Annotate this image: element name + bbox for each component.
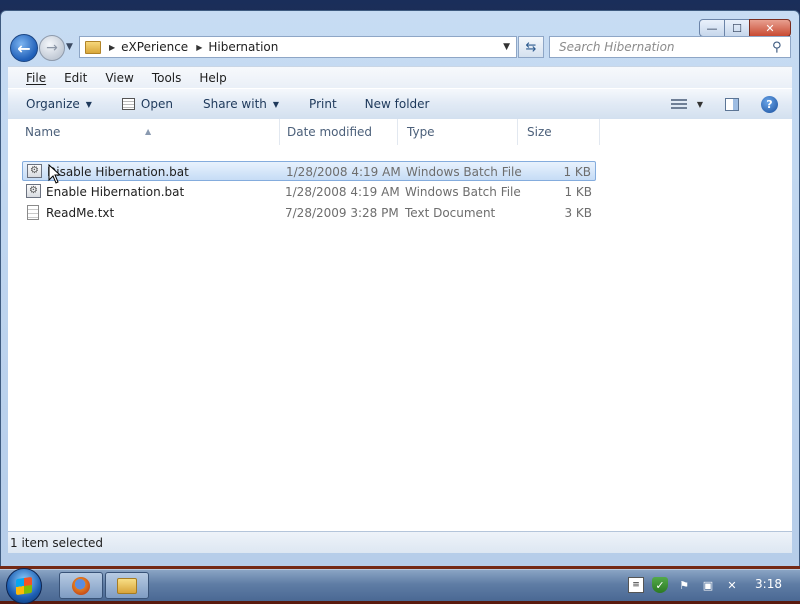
file-size: 1 KB [564,185,592,199]
help-icon[interactable]: ? [761,95,778,113]
search-box[interactable]: ⚲ [549,36,791,58]
view-controls: ▼ ? [670,89,792,119]
batch-file-icon [26,181,41,201]
address-bar[interactable]: ▶ eXPerience ▶ Hibernation ▼ [79,36,517,58]
command-bar: Organize ▼ Open Share with ▼ Print New fol… [8,88,792,120]
firefox-icon [72,576,90,595]
file-date: 7/28/2009 3:28 PM [285,206,399,220]
refresh-button[interactable]: ⇆ [518,36,544,58]
sort-ascending-icon: ▲ [145,127,152,136]
file-row[interactable]: Disable Hibernation.bat 1/28/2008 4:19 A… [22,161,596,181]
menu-file[interactable]: File [26,71,46,85]
taskbar-explorer-button[interactable] [105,572,149,599]
text-file-icon [27,205,39,220]
organize-button[interactable]: Organize ▼ [26,97,92,111]
forward-button[interactable]: → [39,35,65,61]
volume-muted-icon[interactable]: ✕ [724,577,740,593]
folder-icon [85,40,101,54]
file-size: 1 KB [563,165,591,179]
column-header-size[interactable]: Size [518,119,600,145]
batch-file-icon [27,161,42,181]
document-tray-icon[interactable]: ≡ [628,577,644,593]
open-icon [121,98,135,110]
file-name: Disable Hibernation.bat [47,165,189,179]
print-button[interactable]: Print [309,97,337,111]
file-date: 1/28/2008 4:19 AM [286,165,401,179]
windows-logo-icon [16,576,32,596]
network-icon[interactable]: ▣ [700,577,716,593]
file-type: Text Document [405,206,496,220]
search-icon[interactable]: ⚲ [772,40,790,55]
status-text: 1 item selected [10,536,104,550]
column-header-date-modified[interactable]: Date modified [278,119,398,145]
chevron-down-icon: ▼ [272,99,280,109]
views-dropdown-icon[interactable]: ▼ [697,100,703,109]
file-list: Name ▲ Date modified Type Size Disable H… [8,119,792,531]
file-type: Windows Batch File [405,185,521,199]
navigation-bar: ← → ▼ ▶ eXPerience ▶ Hibernation ▼ ⇆ ⚲ [0,34,800,64]
file-type: Windows Batch File [406,165,522,179]
preview-pane-icon[interactable] [725,97,739,111]
taskbar: ≡ ✓ ⚑ ▣ ✕ 3:18 [0,568,800,604]
share-with-button[interactable]: Share with ▼ [203,97,279,111]
status-bar: 1 item selected [8,531,792,553]
menu-tools[interactable]: Tools [152,71,182,85]
system-tray: ≡ ✓ ⚑ ▣ ✕ [620,577,740,593]
action-center-flag-icon[interactable]: ⚑ [676,577,692,593]
organize-label: Organize [26,97,80,111]
chevron-down-icon: ▼ [85,99,92,109]
file-name: ReadMe.txt [46,206,115,220]
file-row[interactable]: Enable Hibernation.bat 1/28/2008 4:19 AM… [22,181,596,202]
file-name: Enable Hibernation.bat [46,185,185,199]
new-folder-button[interactable]: New folder [365,97,430,111]
refresh-icon: ⇆ [525,39,537,55]
file-date: 1/28/2008 4:19 AM [285,185,400,199]
column-headers: Name ▲ Date modified Type Size [8,119,600,147]
menu-view[interactable]: View [105,71,133,85]
explorer-folder-icon [117,577,137,594]
mouse-cursor-icon [48,164,62,184]
breadcrumb-hibernation[interactable]: Hibernation [208,40,278,54]
breadcrumb-experience[interactable]: eXPerience [121,40,188,54]
views-icon[interactable] [670,99,687,109]
address-dropdown-icon[interactable]: ▼ [503,42,510,52]
file-row[interactable]: ReadMe.txt 7/28/2009 3:28 PM Text Docume… [22,203,596,223]
start-button[interactable] [6,568,42,604]
back-button[interactable]: ← [10,34,38,62]
taskbar-clock[interactable]: 3:18 [755,577,782,591]
menu-help[interactable]: Help [199,71,226,85]
menu-bar: File Edit View Tools Help [8,66,792,89]
recent-pages-dropdown-icon[interactable]: ▼ [66,42,73,52]
share-with-label: Share with [202,97,267,111]
taskbar-firefox-button[interactable] [59,572,103,599]
column-header-type[interactable]: Type [398,119,518,145]
open-label: Open [140,97,173,111]
breadcrumb-separator-icon[interactable]: ▶ [109,43,115,52]
open-button[interactable]: Open [121,97,173,111]
search-input[interactable] [557,39,772,55]
file-size: 3 KB [564,206,592,220]
breadcrumb-separator-icon[interactable]: ▶ [196,43,202,52]
menu-edit[interactable]: Edit [64,71,87,85]
security-shield-icon[interactable]: ✓ [652,577,668,593]
